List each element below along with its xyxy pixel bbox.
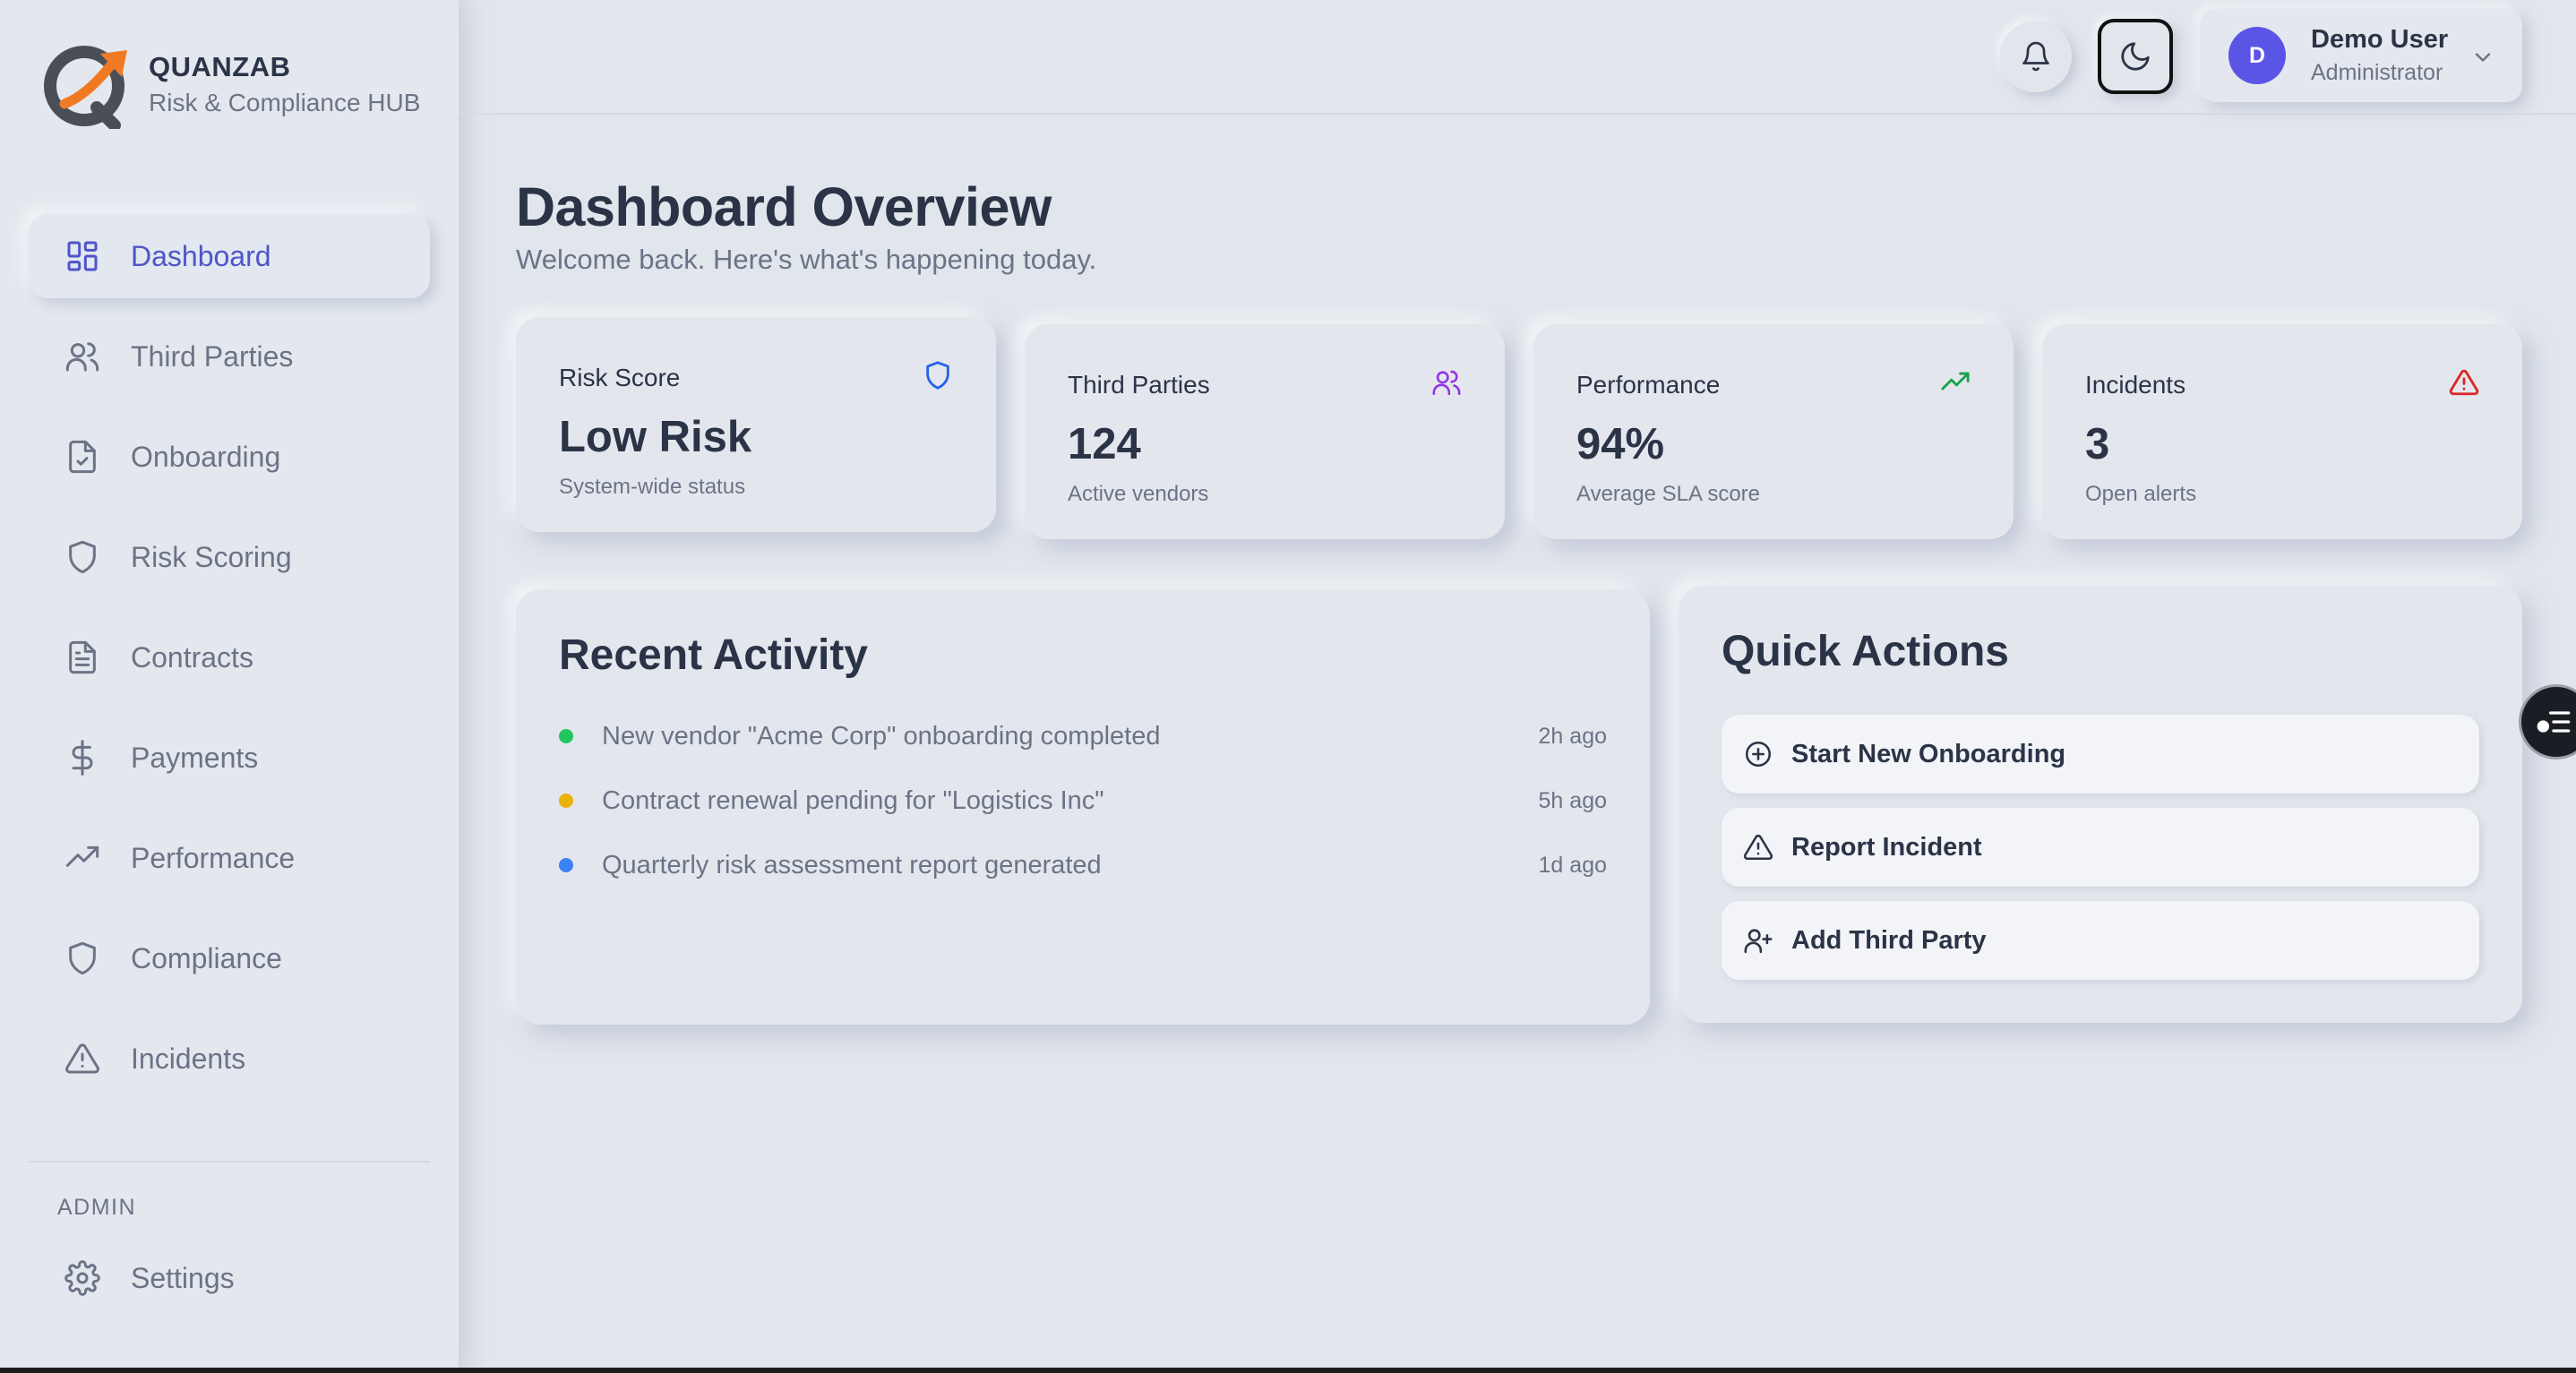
activity-item[interactable]: Contract renewal pending for "Logistics … bbox=[559, 783, 1607, 819]
topbar-divider bbox=[459, 113, 2576, 115]
action-label: Add Third Party bbox=[1791, 925, 1987, 955]
sidebar-item-label: Compliance bbox=[131, 941, 282, 974]
admin-section-label: ADMIN bbox=[57, 1195, 137, 1220]
stat-value: 124 bbox=[1068, 420, 1141, 468]
activity-item[interactable]: New vendor "Acme Corp" onboarding comple… bbox=[559, 718, 1607, 754]
status-dot bbox=[559, 729, 573, 743]
sidebar-item-dashboard[interactable]: Dashboard bbox=[29, 214, 430, 298]
sidebar-item-incidents[interactable]: Incidents bbox=[29, 1017, 430, 1101]
activity-text: Contract renewal pending for "Logistics … bbox=[602, 785, 1104, 815]
trending-up-icon bbox=[65, 845, 99, 867]
avatar: D bbox=[2228, 27, 2286, 84]
user-plus-icon bbox=[1744, 929, 1773, 954]
activity-time: 1d ago bbox=[1538, 852, 1607, 878]
stat-label: Third Parties bbox=[1068, 371, 1210, 399]
quick-actions-panel: Quick Actions Start New Onboarding Repor… bbox=[1679, 586, 2522, 1023]
stat-value: 94% bbox=[1576, 420, 1665, 468]
sidebar-divider bbox=[29, 1161, 430, 1163]
sidebar-item-label: Dashboard bbox=[131, 239, 271, 272]
sidebar-item-label: Risk Scoring bbox=[131, 540, 292, 573]
sidebar-item-label: Third Parties bbox=[131, 339, 294, 373]
notifications-button[interactable] bbox=[2000, 21, 2072, 92]
alert-triangle-icon bbox=[2449, 369, 2479, 396]
shield-icon bbox=[69, 540, 96, 574]
stat-description: Open alerts bbox=[2085, 482, 2197, 506]
start-new-onboarding-button[interactable]: Start New Onboarding bbox=[1722, 715, 2479, 794]
sidebar-nav: Dashboard Third Parties Onboarding Risk … bbox=[29, 214, 430, 1117]
chevron-down-icon bbox=[2475, 53, 2491, 62]
trending-up-icon bbox=[1941, 372, 1970, 390]
user-role: Administrator bbox=[2311, 60, 2443, 85]
sidebar-item-compliance[interactable]: Compliance bbox=[29, 916, 430, 1000]
plus-circle-icon bbox=[1745, 741, 1772, 768]
stat-card-third-parties[interactable]: Third Parties 124 Active vendors bbox=[1025, 324, 1505, 539]
status-dot bbox=[559, 858, 573, 872]
bottom-edge bbox=[0, 1368, 2576, 1373]
list-toggle-icon bbox=[2537, 711, 2571, 733]
status-dot bbox=[559, 794, 573, 808]
stat-value: Low Risk bbox=[559, 413, 752, 461]
quanzab-logo-icon bbox=[44, 46, 127, 129]
stat-description: System-wide status bbox=[559, 475, 746, 499]
floating-toggle-button[interactable] bbox=[2519, 684, 2576, 759]
stat-description: Active vendors bbox=[1068, 482, 1209, 506]
stat-label: Performance bbox=[1576, 371, 1721, 399]
theme-toggle-button[interactable] bbox=[2098, 19, 2173, 94]
dollar-icon bbox=[72, 740, 93, 776]
sidebar-item-label: Payments bbox=[131, 741, 259, 774]
alert-triangle-icon bbox=[1743, 834, 1773, 861]
file-check-icon bbox=[69, 440, 96, 474]
sidebar: QUANZAB Risk & Compliance HUB Dashboard … bbox=[0, 0, 459, 1373]
bell-icon bbox=[2022, 41, 2049, 72]
activity-item[interactable]: Quarterly risk assessment report generat… bbox=[559, 847, 1607, 883]
stat-value: 3 bbox=[2085, 420, 2110, 468]
add-third-party-button[interactable]: Add Third Party bbox=[1722, 901, 2479, 980]
page-title: Dashboard Overview bbox=[516, 176, 1052, 237]
sidebar-item-label: Incidents bbox=[131, 1042, 246, 1075]
sidebar-item-performance[interactable]: Performance bbox=[29, 816, 430, 900]
sidebar-item-label: Settings bbox=[131, 1261, 235, 1294]
brand[interactable]: QUANZAB Risk & Compliance HUB bbox=[41, 39, 420, 129]
sidebar-item-risk-scoring[interactable]: Risk Scoring bbox=[29, 515, 430, 599]
dashboard-grid-icon bbox=[67, 241, 98, 271]
sidebar-item-label: Performance bbox=[131, 841, 296, 874]
brand-subtitle: Risk & Compliance HUB bbox=[149, 89, 421, 116]
user-menu[interactable]: D Demo User Administrator bbox=[2200, 9, 2522, 102]
sidebar-item-label: Onboarding bbox=[131, 440, 281, 473]
gear-icon bbox=[64, 1260, 100, 1296]
action-label: Report Incident bbox=[1791, 832, 1982, 862]
alert-triangle-icon bbox=[65, 1043, 99, 1074]
stat-description: Average SLA score bbox=[1576, 482, 1761, 506]
action-label: Start New Onboarding bbox=[1791, 739, 2066, 768]
activity-text: New vendor "Acme Corp" onboarding comple… bbox=[602, 721, 1161, 751]
activity-time: 2h ago bbox=[1538, 723, 1607, 749]
user-name: Demo User bbox=[2311, 25, 2449, 54]
sidebar-item-onboarding[interactable]: Onboarding bbox=[29, 415, 430, 499]
stat-label: Incidents bbox=[2085, 371, 2186, 399]
brand-name: QUANZAB bbox=[149, 51, 291, 82]
sidebar-item-contracts[interactable]: Contracts bbox=[29, 615, 430, 699]
shield-icon bbox=[926, 361, 949, 390]
sidebar-item-settings[interactable]: Settings bbox=[29, 1236, 430, 1320]
activity-text: Quarterly risk assessment report generat… bbox=[602, 850, 1102, 880]
file-text-icon bbox=[69, 640, 96, 674]
stat-card-risk-score[interactable]: Risk Score Low Risk System-wide status bbox=[516, 317, 996, 532]
quick-actions-title: Quick Actions bbox=[1722, 628, 2009, 675]
shield-icon bbox=[69, 941, 96, 975]
stat-card-incidents[interactable]: Incidents 3 Open alerts bbox=[2042, 324, 2522, 539]
page-subtitle: Welcome back. Here's what's happening to… bbox=[516, 244, 1097, 275]
sidebar-item-payments[interactable]: Payments bbox=[29, 716, 430, 800]
activity-time: 5h ago bbox=[1538, 787, 1607, 813]
moon-icon bbox=[2121, 42, 2150, 71]
sidebar-item-third-parties[interactable]: Third Parties bbox=[29, 314, 430, 399]
report-incident-button[interactable]: Report Incident bbox=[1722, 808, 2479, 887]
recent-activity-title: Recent Activity bbox=[559, 631, 868, 679]
users-icon bbox=[65, 342, 99, 372]
users-icon bbox=[1432, 370, 1461, 396]
recent-activity-panel: Recent Activity New vendor "Acme Corp" o… bbox=[516, 589, 1650, 1025]
stat-card-performance[interactable]: Performance 94% Average SLA score bbox=[1533, 324, 2014, 539]
stat-label: Risk Score bbox=[559, 364, 681, 391]
sidebar-item-label: Contracts bbox=[131, 640, 253, 674]
